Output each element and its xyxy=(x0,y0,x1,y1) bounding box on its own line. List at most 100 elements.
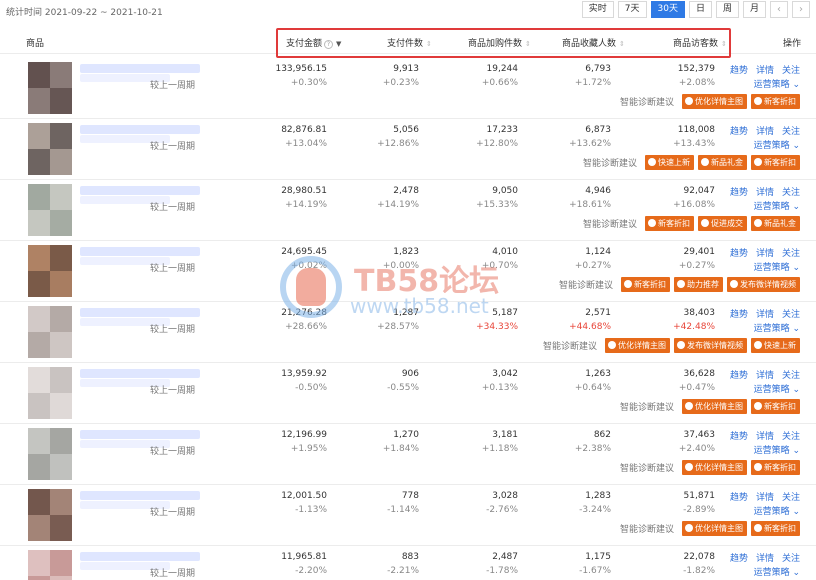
tab-7-days[interactable]: 7天 xyxy=(617,1,647,18)
product-name-blurred[interactable] xyxy=(80,186,200,195)
follow-link[interactable]: 关注 xyxy=(782,63,800,76)
tab-day[interactable]: 日 xyxy=(688,1,712,18)
detail-link[interactable]: 详情 xyxy=(756,551,774,564)
detail-link[interactable]: 详情 xyxy=(756,124,774,137)
detail-link[interactable]: 详情 xyxy=(756,185,774,198)
product-name-blurred[interactable] xyxy=(80,552,200,561)
follow-link[interactable]: 关注 xyxy=(782,246,800,259)
thumbnail-block xyxy=(28,245,50,271)
suggestion-tag[interactable]: 优化详情主图 xyxy=(682,521,747,536)
suggestion-tag[interactable]: 优化详情主图 xyxy=(682,460,747,475)
detail-link[interactable]: 详情 xyxy=(756,368,774,381)
strategy-dropdown[interactable]: 运营策略 ⌄ xyxy=(754,443,800,456)
strategy-dropdown[interactable]: 运营策略 ⌄ xyxy=(754,382,800,395)
next-period-button[interactable]: › xyxy=(792,1,810,18)
prev-period-button[interactable]: ‹ xyxy=(770,1,788,18)
product-thumbnail[interactable] xyxy=(28,62,72,114)
product-thumbnail[interactable] xyxy=(28,550,72,580)
follow-link[interactable]: 关注 xyxy=(782,368,800,381)
suggestion-tag[interactable]: 新客折扣 xyxy=(645,216,694,231)
suggestion-tag[interactable]: 新客折扣 xyxy=(751,155,800,170)
row-actions: 趋势 详情 关注 xyxy=(730,124,800,137)
suggestion-tag[interactable]: 新客折扣 xyxy=(621,277,670,292)
follow-link[interactable]: 关注 xyxy=(782,490,800,503)
trend-link[interactable]: 趋势 xyxy=(730,429,748,442)
suggestion-icon xyxy=(754,341,762,349)
product-name-blurred[interactable] xyxy=(80,64,200,73)
tab-month[interactable]: 月 xyxy=(742,1,766,18)
product-thumbnail[interactable] xyxy=(28,306,72,358)
trend-link[interactable]: 趋势 xyxy=(730,124,748,137)
strategy-dropdown[interactable]: 运营策略 ⌄ xyxy=(754,504,800,517)
cart-value: 19,244 xyxy=(486,64,519,74)
suggestion-label: 新品礼金 xyxy=(711,158,743,167)
suggestion-tag[interactable]: 新客折扣 xyxy=(751,94,800,109)
product-name-blurred[interactable] xyxy=(80,430,200,439)
strategy-dropdown[interactable]: 运营策略 ⌄ xyxy=(754,199,800,212)
suggestion-tag[interactable]: 促进成交 xyxy=(698,216,747,231)
detail-link[interactable]: 详情 xyxy=(756,429,774,442)
product-thumbnail[interactable] xyxy=(28,367,72,419)
product-name-blurred[interactable] xyxy=(80,125,200,134)
strategy-dropdown[interactable]: 运营策略 ⌄ xyxy=(754,138,800,151)
suggestion-icon xyxy=(754,524,762,532)
product-thumbnail[interactable] xyxy=(28,428,72,480)
trend-link[interactable]: 趋势 xyxy=(730,63,748,76)
trend-link[interactable]: 趋势 xyxy=(730,246,748,259)
suggestion-tag[interactable]: 新品礼金 xyxy=(751,216,800,231)
uv-value: 38,403 xyxy=(683,308,716,318)
suggestion-tag[interactable]: 优化详情主图 xyxy=(605,338,670,353)
suggestion-tag[interactable]: 优化详情主图 xyxy=(682,399,747,414)
detail-link[interactable]: 详情 xyxy=(756,63,774,76)
trend-link[interactable]: 趋势 xyxy=(730,185,748,198)
suggestion-label: 促进成交 xyxy=(711,219,743,228)
follow-link[interactable]: 关注 xyxy=(782,307,800,320)
tab-realtime[interactable]: 实时 xyxy=(581,1,614,18)
row-actions: 趋势 详情 关注 xyxy=(730,490,800,503)
suggestion-tag[interactable]: 新客折扣 xyxy=(751,399,800,414)
trend-link[interactable]: 趋势 xyxy=(730,490,748,503)
strategy-dropdown[interactable]: 运营策略 ⌄ xyxy=(754,321,800,334)
product-name-blurred[interactable] xyxy=(80,308,200,317)
trend-link[interactable]: 趋势 xyxy=(730,307,748,320)
trend-link[interactable]: 趋势 xyxy=(730,368,748,381)
uv-change: +2.08% xyxy=(678,78,715,88)
tab-week[interactable]: 周 xyxy=(715,1,739,18)
product-thumbnail[interactable] xyxy=(28,489,72,541)
product-thumbnail[interactable] xyxy=(28,123,72,175)
suggestion-tag[interactable]: 快速上新 xyxy=(645,155,694,170)
product-thumbnail[interactable] xyxy=(28,184,72,236)
items-change: -0.55% xyxy=(387,383,419,393)
follow-link[interactable]: 关注 xyxy=(782,429,800,442)
trend-link[interactable]: 趋势 xyxy=(730,551,748,564)
suggestion-tag[interactable]: 优化详情主图 xyxy=(682,94,747,109)
uv-value: 22,078 xyxy=(683,552,716,562)
strategy-dropdown[interactable]: 运营策略 ⌄ xyxy=(754,565,800,578)
follow-link[interactable]: 关注 xyxy=(782,551,800,564)
suggestion-tag[interactable]: 新品礼金 xyxy=(698,155,747,170)
detail-link[interactable]: 详情 xyxy=(756,307,774,320)
product-thumbnail[interactable] xyxy=(28,245,72,297)
suggestion-tag[interactable]: 新客折扣 xyxy=(751,460,800,475)
suggestion-tag[interactable]: 发布微详情视频 xyxy=(727,277,800,292)
suggestion-tag[interactable]: 新客折扣 xyxy=(751,521,800,536)
items-value: 778 xyxy=(401,491,419,501)
follow-link[interactable]: 关注 xyxy=(782,185,800,198)
product-name-blurred[interactable] xyxy=(80,247,200,256)
suggestion-label: 新客折扣 xyxy=(634,280,666,289)
strategy-dropdown[interactable]: 运营策略 ⌄ xyxy=(754,77,800,90)
uv-change: +0.47% xyxy=(678,383,715,393)
suggestion-tag[interactable]: 助力推荐 xyxy=(674,277,723,292)
follow-link[interactable]: 关注 xyxy=(782,124,800,137)
suggestion-tag[interactable]: 快速上新 xyxy=(751,338,800,353)
detail-link[interactable]: 详情 xyxy=(756,246,774,259)
strategy-dropdown[interactable]: 运营策略 ⌄ xyxy=(754,260,800,273)
uv-change: +16.08% xyxy=(673,200,715,210)
product-name-blurred[interactable] xyxy=(80,491,200,500)
product-name-blurred[interactable] xyxy=(80,369,200,378)
detail-link[interactable]: 详情 xyxy=(756,490,774,503)
fav-change: +0.64% xyxy=(574,383,611,393)
suggestion-tag[interactable]: 发布微详情视频 xyxy=(674,338,747,353)
tab-30-days[interactable]: 30天 xyxy=(650,1,685,18)
thumbnail-block xyxy=(50,515,72,541)
